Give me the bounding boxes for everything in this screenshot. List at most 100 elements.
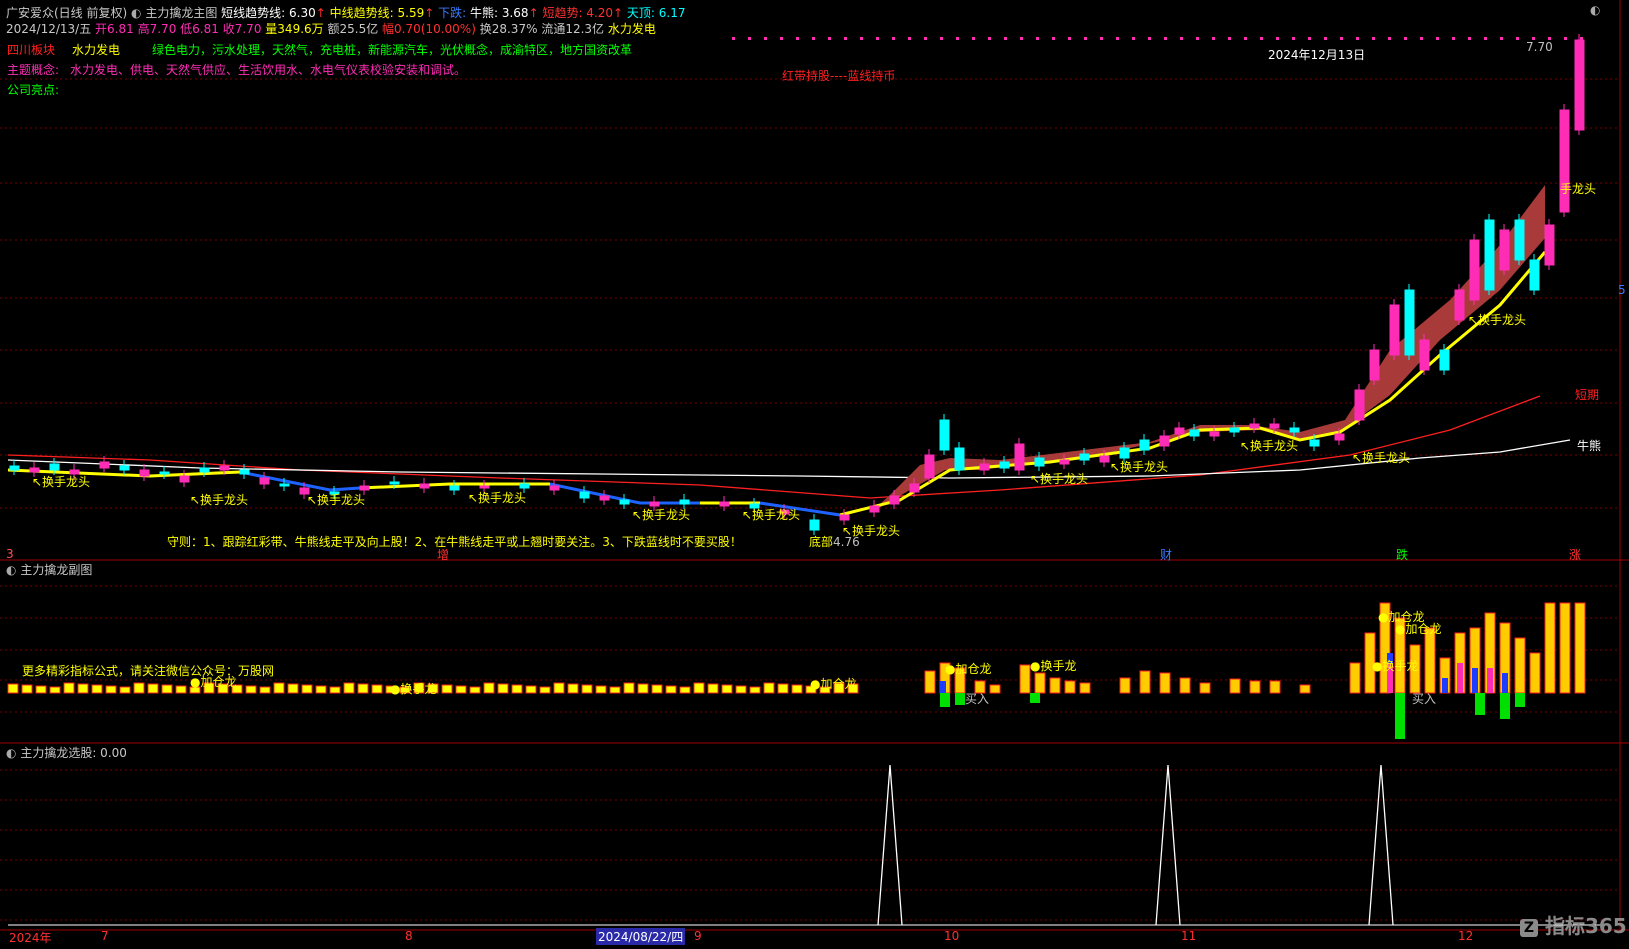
sub1-bar (315, 685, 327, 694)
main-indicator-name[interactable]: 主力擒龙主图 (145, 6, 217, 20)
candle-body (1014, 443, 1025, 471)
sub1-bar (133, 682, 145, 694)
top-dot (940, 37, 943, 40)
sub1-bar (735, 685, 747, 694)
header-line-2: 2024/12/13/五 开6.81 高7.70 低6.81 收7.70 量34… (6, 20, 656, 37)
dragon-label: ↖换手龙头 (1468, 313, 1527, 327)
top-dot (1500, 37, 1503, 40)
top-dot (1132, 37, 1135, 40)
dragon-label: ↖换手龙头 (1240, 439, 1299, 453)
candle-body (219, 465, 230, 471)
candle-body (1034, 457, 1045, 467)
sub1-dropdown-icon[interactable]: ◐ (6, 563, 16, 577)
xaxis-label-8: 8 (405, 929, 413, 943)
candle-body (1289, 427, 1300, 433)
top-dot (956, 37, 959, 40)
top-dot (1372, 37, 1375, 40)
sub1-bar-big (1529, 652, 1541, 694)
sub1-bar-big (1544, 602, 1556, 694)
sub1-bar (567, 683, 579, 694)
candle-body (1209, 431, 1220, 437)
sub1-bar (343, 682, 355, 694)
sub1-bar-big (1049, 677, 1061, 694)
sub1-bar (637, 683, 649, 694)
top-dot (780, 37, 783, 40)
top-dot (1404, 37, 1407, 40)
down-value: 下跌: (438, 6, 467, 20)
short-term-value: 短趋势: 4.20 (542, 6, 614, 20)
candle-body (1139, 439, 1150, 451)
signal-spike (877, 764, 903, 926)
sub1-inner-blue (1502, 673, 1508, 693)
candle-body (924, 454, 935, 479)
sub1-bar (147, 683, 159, 694)
sub1-bar-big (1299, 684, 1311, 694)
xaxis-label-2024: 2024年 (9, 931, 52, 945)
candle-body (119, 465, 130, 471)
volume-value: 量349.6万 (265, 22, 324, 36)
company-label: 公司亮点: (7, 83, 60, 97)
mark-increase[interactable]: 增 (437, 546, 449, 563)
sub1-bar (511, 684, 523, 694)
candle-body (1079, 453, 1090, 461)
sub1-buy-label: 买入 (1412, 692, 1437, 706)
xaxis-label-9: 9 (694, 929, 702, 943)
top-dot (1004, 37, 1007, 40)
candle-body (1059, 459, 1070, 465)
trend-blue-1 (239, 470, 361, 492)
sub1-bar (623, 682, 635, 694)
sub1-bar-big (989, 684, 1001, 694)
stock-title[interactable]: 广安爱众(日线 前复权) (6, 6, 127, 20)
sub2-dropdown-icon[interactable]: ◐ (6, 746, 16, 760)
sub1-bar (763, 682, 775, 694)
top-dot (1084, 37, 1087, 40)
mid-trend-value: 中线趋势线: 5.59 (329, 6, 425, 20)
top-dot (924, 37, 927, 40)
mark-finance[interactable]: 财 (1160, 546, 1172, 563)
sub1-bar (7, 683, 19, 694)
sub1-bar (35, 685, 47, 694)
top-dot (1340, 37, 1343, 40)
candle-body (1189, 429, 1200, 437)
collapse-icon[interactable]: ◐ (1590, 3, 1600, 17)
sub1-bar-big (1019, 664, 1031, 694)
dropdown-icon[interactable]: ◐ (131, 6, 141, 20)
dragon-label: ↖换手龙头 (1352, 451, 1411, 465)
candle-body (1469, 239, 1480, 301)
top-dot (1164, 37, 1167, 40)
sub1-swap-label: ●换手龙 (1372, 659, 1419, 673)
top-dot (876, 37, 879, 40)
sub1-inner-blue (940, 681, 946, 693)
watermark: Z 指标365 (1520, 910, 1627, 939)
sub1-bar (707, 683, 719, 694)
sub2-title[interactable]: ◐ 主力擒龙选股: 0.00 (6, 744, 127, 761)
candle-body (29, 467, 40, 473)
candle-body (579, 491, 590, 499)
sub1-inner-pink (1487, 668, 1493, 693)
candle-body (1484, 219, 1495, 291)
sub1-green-bar (1395, 693, 1405, 739)
top-dot (1068, 37, 1071, 40)
candle-body (1369, 349, 1380, 381)
top-dot (972, 37, 975, 40)
date-line: 2024/12/13/五 (6, 22, 92, 36)
candle-body (1119, 447, 1130, 459)
mark-fall[interactable]: 跌 (1396, 546, 1408, 563)
industry-value: 水力发电 (607, 22, 656, 36)
sub1-swap-label: ●换手龙 (1030, 659, 1077, 673)
candle-body (139, 469, 150, 477)
signal-spike (1368, 764, 1394, 926)
chart-canvas[interactable] (0, 0, 1629, 949)
top-dot (1196, 37, 1199, 40)
sub1-title[interactable]: ◐ 主力擒龙副图 (6, 561, 92, 578)
candle-body (939, 419, 950, 451)
candle-body (1174, 427, 1185, 435)
sub1-bar-big (1514, 637, 1526, 694)
sub1-green-bar (955, 693, 965, 705)
candle-body (679, 499, 690, 505)
mark-rise[interactable]: 涨 (1569, 546, 1581, 563)
close-value: 收7.70 (222, 22, 262, 36)
sub1-bar-big (1119, 677, 1131, 694)
sub1-bar-big (1159, 672, 1171, 694)
candle-body (1229, 427, 1240, 433)
